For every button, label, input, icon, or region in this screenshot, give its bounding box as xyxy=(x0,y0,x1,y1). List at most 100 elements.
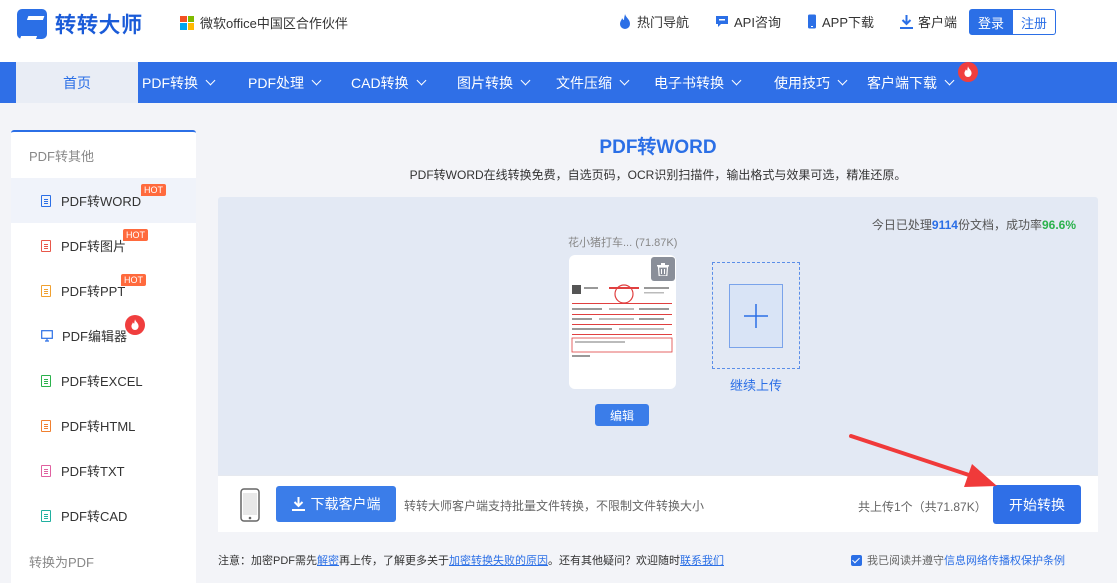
nav-label: 图片转换 xyxy=(457,74,513,91)
sidebar-item-pdf-editor[interactable]: PDF编辑器 xyxy=(11,313,196,358)
top-link-label: 客户端 xyxy=(918,15,958,30)
login-button[interactable]: 登录 xyxy=(969,9,1013,35)
action-bar: 下载客户端 转转大师客户端支持批量文件转换，不限制文件转换大小 共上传1个（共7… xyxy=(218,475,1098,532)
top-link-app[interactable]: APP下载 xyxy=(807,12,874,31)
nav-tips[interactable]: 使用技巧 xyxy=(774,62,848,103)
hot-badge: HOT xyxy=(121,274,146,286)
sidebar-item-pdf-to-word[interactable]: PDF转WORD HOT xyxy=(11,178,196,223)
add-file-button[interactable] xyxy=(712,262,800,369)
upload-panel: 今日已处理9114份文档，成功率96.6% 花小猪打车... (71.87K) xyxy=(218,197,1098,475)
notice-part: 。还有其他疑问？欢迎随时 xyxy=(548,555,680,567)
nav-image-convert[interactable]: 图片转换 xyxy=(457,62,531,103)
top-link-label: APP下载 xyxy=(821,15,874,30)
nav-cad-convert[interactable]: CAD转换 xyxy=(351,62,427,103)
document-thumbnail xyxy=(571,284,673,357)
continue-upload-link[interactable]: 继续上传 xyxy=(712,375,800,394)
decrypt-link[interactable]: 解密 xyxy=(317,555,339,567)
sidebar: PDF转其他 PDF转WORD HOT PDF转图片 HOT PDF转PPT H… xyxy=(11,130,196,583)
nav-label: 文件压缩 xyxy=(556,74,612,91)
sidebar-item-label: PDF转EXCEL xyxy=(61,374,143,389)
image-doc-icon xyxy=(41,239,51,252)
top-link-api[interactable]: API咨询 xyxy=(715,12,781,31)
nav-label: PDF转换 xyxy=(142,74,198,91)
sidebar-item-label: PDF编辑器 xyxy=(62,329,128,344)
sidebar-item-label: PDF转PPT xyxy=(61,284,126,299)
download-icon xyxy=(900,14,913,29)
brand-logo[interactable]: 转转大师 xyxy=(17,9,143,39)
nav-label: 使用技巧 xyxy=(774,74,830,91)
contact-us-link[interactable]: 联系我们 xyxy=(680,555,724,567)
sidebar-item-label: PDF转TXT xyxy=(61,464,125,479)
sidebar-item-pdf-to-excel[interactable]: PDF转EXCEL xyxy=(11,358,196,403)
nav-pdf-process[interactable]: PDF处理 xyxy=(248,62,322,103)
stats-mid: 份文档，成功率 xyxy=(957,218,1042,232)
stats-count: 9114 xyxy=(931,218,958,232)
nav-file-compress[interactable]: 文件压缩 xyxy=(556,62,630,103)
chevron-down-icon xyxy=(837,75,848,86)
sidebar-item-label: PDF转HTML xyxy=(61,419,136,434)
hot-badge: HOT xyxy=(123,229,148,241)
upload-count: 共上传1个（共71.87K） xyxy=(858,500,987,514)
regulation-link[interactable]: 信息网络传播权保护条例 xyxy=(944,552,1065,568)
brand-name: 转转大师 xyxy=(55,14,143,37)
fire-icon xyxy=(620,13,630,29)
top-link-label: 热门导航 xyxy=(637,15,690,30)
nav-label: 电子书转换 xyxy=(654,74,724,91)
fire-badge-icon xyxy=(958,62,978,82)
chevron-down-icon xyxy=(311,75,322,86)
header: 转转大师 微软office中国区合作伙伴 热门导航 API咨询 APP下载 客户… xyxy=(0,0,1117,62)
sidebar-item-pdf-to-cad[interactable]: PDF转CAD xyxy=(11,493,196,538)
phone-icon xyxy=(807,14,816,29)
logo-icon xyxy=(17,9,47,39)
hot-badge: HOT xyxy=(141,184,166,196)
plus-icon xyxy=(744,303,768,328)
nav-label: 客户端下载 xyxy=(867,74,937,91)
download-description: 转转大师客户端支持批量文件转换，不限制文件转换大小 xyxy=(404,499,705,513)
auth-buttons: 登录 注册 xyxy=(969,9,1056,35)
notice-part: 注意：加密PDF需先 xyxy=(218,555,317,567)
nav-ebook-convert[interactable]: 电子书转换 xyxy=(654,62,742,103)
encrypt-fail-reason-link[interactable]: 加密转换失败的原因 xyxy=(449,555,548,567)
sidebar-group-to-pdf: 转换为PDF xyxy=(29,554,95,570)
top-link-hot-nav[interactable]: 热门导航 xyxy=(618,12,689,31)
register-button[interactable]: 注册 xyxy=(1013,9,1056,35)
processing-stats: 今日已处理9114份文档，成功率96.6% xyxy=(872,216,1076,233)
download-client-button[interactable]: 下载客户端 xyxy=(276,486,396,522)
start-convert-button[interactable]: 开始转换 xyxy=(993,485,1081,524)
top-link-client[interactable]: 客户端 xyxy=(900,12,957,31)
partner-label: 微软office中国区合作伙伴 xyxy=(180,13,348,32)
device-icon xyxy=(240,488,260,522)
download-icon xyxy=(291,497,305,511)
chevron-down-icon xyxy=(619,75,630,86)
sidebar-item-pdf-to-html[interactable]: PDF转HTML xyxy=(11,403,196,448)
sidebar-item-label: PDF转CAD xyxy=(61,509,128,524)
sidebar-item-pdf-to-ppt[interactable]: PDF转PPT HOT xyxy=(11,268,196,313)
chevron-down-icon xyxy=(205,75,216,86)
edit-button[interactable]: 编辑 xyxy=(595,404,649,426)
agreement: 我已阅读并遵守 信息网络传播权保护条例 xyxy=(851,552,1065,568)
notice-text: 注意：加密PDF需先解密再上传，了解更多关于加密转换失败的原因。还有其他疑问？欢… xyxy=(218,552,724,568)
chat-icon xyxy=(716,16,729,27)
nav-pdf-convert[interactable]: PDF转换 xyxy=(142,62,216,103)
nav-client-download[interactable]: 客户端下载 xyxy=(867,62,955,103)
page-subtitle: PDF转WORD在线转换免费，自选页码，OCR识别扫描件，输出格式与效果可选，精… xyxy=(409,168,907,182)
file-name: 花小猪打车... (71.87K) xyxy=(568,237,678,249)
sidebar-item-label: PDF转图片 xyxy=(61,239,127,254)
excel-doc-icon xyxy=(41,374,51,387)
ppt-doc-icon xyxy=(41,284,51,297)
microsoft-icon xyxy=(180,15,194,30)
top-links: 热门导航 API咨询 APP下载 客户端 xyxy=(618,12,983,31)
notice-part: 再上传，了解更多关于 xyxy=(339,555,449,567)
sidebar-item-pdf-to-image[interactable]: PDF转图片 HOT xyxy=(11,223,196,268)
sidebar-item-label: PDF转WORD xyxy=(61,194,142,209)
sidebar-item-pdf-to-txt[interactable]: PDF转TXT xyxy=(11,448,196,493)
nav-home[interactable]: 首页 xyxy=(16,62,138,103)
delete-file-button[interactable] xyxy=(651,257,675,281)
chevron-down-icon xyxy=(731,75,742,86)
stats-prefix: 今日已处理 xyxy=(871,218,932,232)
agree-checkbox[interactable] xyxy=(851,554,862,566)
add-file-inner xyxy=(729,283,783,348)
html-doc-icon xyxy=(41,419,51,432)
cad-doc-icon xyxy=(41,509,51,522)
nav-label: CAD转换 xyxy=(351,74,409,91)
